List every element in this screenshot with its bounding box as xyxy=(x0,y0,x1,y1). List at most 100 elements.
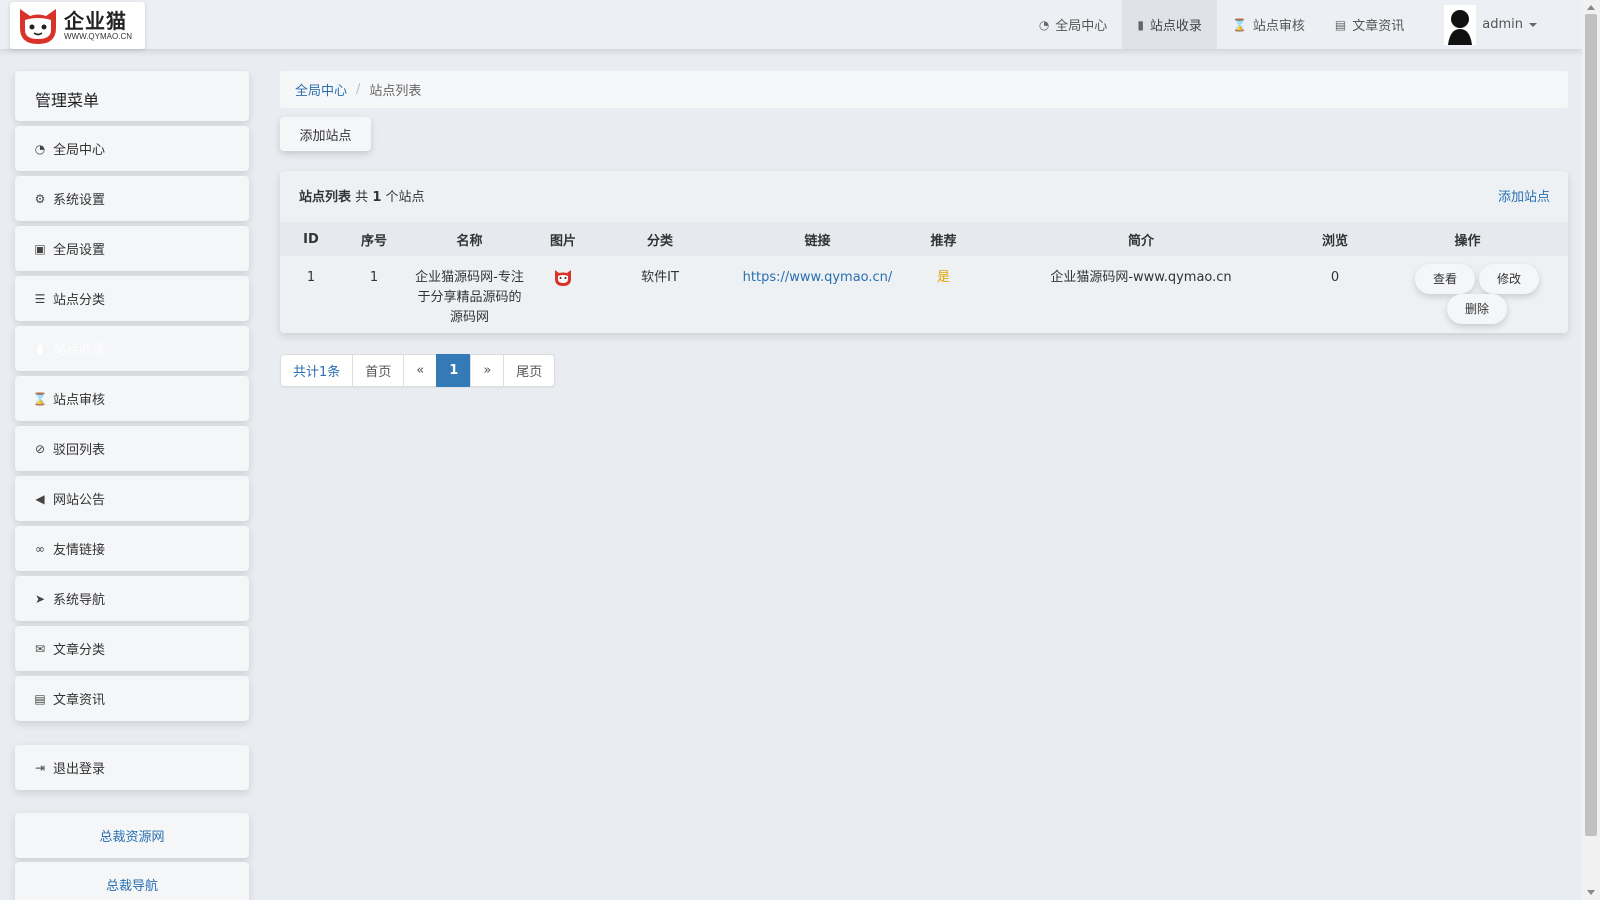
site-table: ID 序号 名称 图片 分类 链接 推荐 简介 浏览 操作 1 1 企业猫源码网… xyxy=(280,222,1568,340)
pagination-total: 共计1条 xyxy=(280,354,354,387)
user-menu[interactable]: admin xyxy=(1419,0,1552,49)
column-header: 名称 xyxy=(406,222,533,256)
cell-ops: 查看 修改 删除 xyxy=(1367,256,1568,340)
topnav-item-dashboard[interactable]: ◔ 全局中心 xyxy=(1024,0,1123,49)
delete-button[interactable]: 删除 xyxy=(1447,294,1507,324)
picture-icon: ▣ xyxy=(34,241,46,256)
sidebar-item-label: 友情链接 xyxy=(53,543,106,558)
column-header: 操作 xyxy=(1367,222,1568,256)
pagination-next[interactable]: » xyxy=(470,354,505,387)
sliders-icon: ☰ xyxy=(34,291,46,306)
cat-logo-icon xyxy=(20,8,56,44)
row-actions: 查看 修改 删除 xyxy=(1367,264,1568,340)
sidebar-item-dashboard[interactable]: ◔ 全局中心 xyxy=(15,126,249,171)
site-link[interactable]: https://www.qymao.cn/ xyxy=(743,270,893,285)
panel-title-text: 站点列表 xyxy=(299,190,352,205)
sidebar-item-label: 文章资讯 xyxy=(53,693,106,708)
sidebar-item-site-category[interactable]: ☰ 站点分类 xyxy=(15,276,249,321)
topnav-item-site-review[interactable]: ⌛ 站点审核 xyxy=(1217,0,1320,49)
cell-id: 1 xyxy=(306,270,316,285)
sidebar-item-label: 全局设置 xyxy=(53,243,106,258)
ban-icon: ⊘ xyxy=(34,441,46,456)
envelope-icon: ✉ xyxy=(34,641,46,656)
topnav-label: 文章资讯 xyxy=(1352,19,1405,34)
pagination-prev[interactable]: « xyxy=(403,354,438,387)
topnav-label: 站点收录 xyxy=(1149,19,1202,34)
scroll-up-arrow-icon[interactable] xyxy=(1587,5,1595,10)
sidebar-item-site-review[interactable]: ⌛ 站点审核 xyxy=(15,376,249,421)
logout-button[interactable]: ⇥ 退出登录 xyxy=(15,745,249,790)
sidebar-item-articles[interactable]: ▤ 文章资讯 xyxy=(15,676,249,721)
sidebar-item-system-nav[interactable]: ➤ 系统导航 xyxy=(15,576,249,621)
avatar xyxy=(1444,4,1477,45)
panel-add-site-link[interactable]: 添加站点 xyxy=(1498,186,1550,205)
scroll-thumb[interactable] xyxy=(1585,14,1597,836)
sidebar-item-global-settings[interactable]: ▣ 全局设置 xyxy=(15,226,249,271)
breadcrumb-separator: / xyxy=(356,82,361,97)
logout-label: 退出登录 xyxy=(53,762,106,777)
sidebar-item-label: 文章分类 xyxy=(53,643,106,658)
site-list-panel: 站点列表 共 1 个站点 添加站点 ID 序号 名称 图片 分类 链接 推荐 简… xyxy=(280,171,1568,333)
sidebar-item-friend-links[interactable]: ∞ 友情链接 xyxy=(15,526,249,571)
cell-order: 1 xyxy=(369,270,379,285)
sidebar-link-resource[interactable]: 总裁资源网 xyxy=(15,813,249,858)
bullhorn-icon: ◀ xyxy=(35,491,45,506)
site-count: 1 xyxy=(372,190,382,205)
top-nav: ◔ 全局中心 ▮ 站点收录 ⌛ 站点审核 ▤ 文章资讯 admin xyxy=(1024,0,1552,49)
sidebar: 管理菜单 ◔ 全局中心 ⚙ 系统设置 ▣ 全局设置 ☰ 站点分类 ▮ 站点收录 … xyxy=(15,71,249,900)
sidebar-title: 管理菜单 xyxy=(15,71,249,121)
hourglass-icon: ⌛ xyxy=(32,391,48,406)
pagination-last[interactable]: 尾页 xyxy=(503,354,556,387)
add-site-button[interactable]: 添加站点 xyxy=(280,117,371,151)
count-prefix: 共 xyxy=(355,190,369,205)
recommend-badge: 是 xyxy=(936,270,950,285)
column-header: 推荐 xyxy=(908,222,979,256)
breadcrumb: 全局中心 / 站点列表 xyxy=(280,71,1568,108)
cell-category: 软件IT xyxy=(641,270,679,285)
location-arrow-icon: ➤ xyxy=(34,591,46,606)
sidebar-item-label: 站点审核 xyxy=(53,393,106,408)
scrollbar[interactable] xyxy=(1582,0,1600,900)
column-header: 浏览 xyxy=(1303,222,1367,256)
view-button[interactable]: 查看 xyxy=(1415,264,1475,294)
pagination: 共计1条 首页 « 1 » 尾页 xyxy=(280,354,556,387)
site-thumbnail-cat-icon[interactable] xyxy=(553,268,573,288)
sidebar-item-rejected-list[interactable]: ⊘ 驳回列表 xyxy=(15,426,249,471)
sidebar-item-label: 站点收录 xyxy=(53,343,106,358)
sidebar-item-label: 站点分类 xyxy=(53,293,106,308)
panel-title: 站点列表 共 1 个站点 xyxy=(299,186,425,205)
sidebar-item-announcement[interactable]: ◀ 网站公告 xyxy=(15,476,249,521)
sidebar-item-system-settings[interactable]: ⚙ 系统设置 xyxy=(15,176,249,221)
scroll-down-arrow-icon[interactable] xyxy=(1587,890,1595,895)
edit-button[interactable]: 修改 xyxy=(1479,264,1539,294)
username: admin xyxy=(1482,17,1523,32)
count-suffix: 个站点 xyxy=(385,190,425,205)
sidebar-link-nav[interactable]: 总裁导航 xyxy=(15,862,249,900)
sidebar-item-label: 全局中心 xyxy=(53,143,106,158)
breadcrumb-home[interactable]: 全局中心 xyxy=(295,80,347,99)
column-header: 链接 xyxy=(727,222,908,256)
sidebar-item-site-collection[interactable]: ▮ 站点收录 xyxy=(15,326,249,371)
topnav-label: 全局中心 xyxy=(1055,19,1108,34)
newspaper-icon: ▤ xyxy=(34,691,46,706)
panel-header: 站点列表 共 1 个站点 添加站点 xyxy=(280,171,1568,220)
column-header: ID xyxy=(280,222,342,256)
topnav-item-articles[interactable]: ▤ 文章资讯 xyxy=(1320,0,1419,49)
sidebar-item-label: 系统设置 xyxy=(53,193,106,208)
pagination-current[interactable]: 1 xyxy=(436,354,472,387)
cell-link: https://www.qymao.cn/ xyxy=(727,256,908,340)
sidebar-item-article-category[interactable]: ✉ 文章分类 xyxy=(15,626,249,671)
pagination-first[interactable]: 首页 xyxy=(352,354,405,387)
logo[interactable]: 企业猫 WWW.QYMAO.CN xyxy=(10,2,145,49)
topnav-item-site-collection[interactable]: ▮ 站点收录 xyxy=(1122,0,1217,49)
cell-name: 企业猫源码网-专注于分享精品源码的源码网 xyxy=(415,270,524,325)
table-header-row: ID 序号 名称 图片 分类 链接 推荐 简介 浏览 操作 xyxy=(280,222,1568,256)
cell-image xyxy=(533,256,593,340)
caret-down-icon xyxy=(1529,22,1537,27)
column-header: 图片 xyxy=(533,222,593,256)
table-row: 1 1 企业猫源码网-专注于分享精品源码的源码网 软件IT https://ww… xyxy=(280,256,1568,340)
sidebar-item-label: 网站公告 xyxy=(53,493,106,508)
book-icon: ▮ xyxy=(1137,17,1144,32)
cell-recommend: 是 xyxy=(908,256,979,340)
top-navbar: 企业猫 WWW.QYMAO.CN ◔ 全局中心 ▮ 站点收录 ⌛ 站点审核 ▤ … xyxy=(0,0,1582,49)
